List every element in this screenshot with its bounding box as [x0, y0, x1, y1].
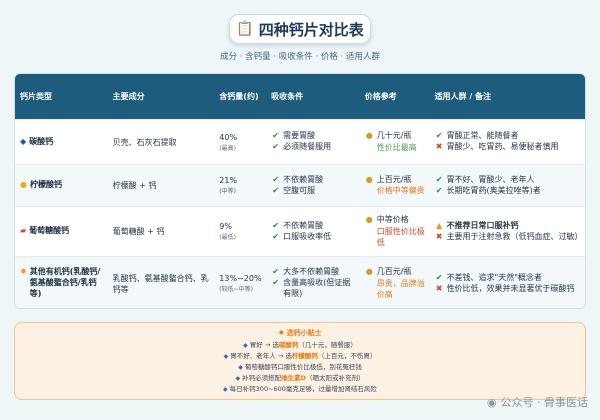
tip-line: ◆ 葡萄糖酸钙口服性价比极低，别花冤枉钱 [238, 363, 362, 371]
warning-icon: ▲ [435, 220, 443, 230]
table-header: 钙片类型 主要成分 含钙量(约) 吸收条件 价格参考 适用人群 / 备注 [15, 74, 585, 119]
header-type: 钙片类型 [20, 92, 52, 101]
table-row: ▰ 葡萄糖酸钙 葡萄糖酸 + 钙 9% (最低) ✔ 不依赖胃酸 ✔ 口服吸收率低 ● 中… [15, 206, 585, 256]
note-item: 胃不好、胃酸少、老年人 [446, 174, 535, 184]
absorb-item: 需要胃酸 [283, 131, 316, 141]
price: 中等价格 [376, 215, 409, 225]
header-content: 含钙量(约) [219, 92, 259, 101]
table-row: ✸ 其他有机钙(乳酸钙/氨基酸螯合钙/乳钙等) 乳酸钙、氨基酸螯合钙、乳钙等 13… [15, 256, 585, 308]
note-item: 胃酸少、吃胃药、易便秘者慎用 [446, 142, 559, 151]
table-row: ◆ 碳酸钙 贝壳、石灰石提取 40% (最高) ✔ 需要胃酸 ✔ 必须随餐服用 ● 几十元… [15, 119, 585, 164]
content-note: (中等) [219, 188, 236, 195]
price: 上百元/瓶 [376, 174, 412, 184]
diamond-icon: ◆ [20, 136, 27, 146]
money-bag-icon: ● [365, 215, 373, 225]
tip-line: ◆ 胃好 → 选碳酸钙（几十元，随餐服） [243, 341, 357, 349]
bullet-icon: ◆ [223, 353, 229, 360]
check-icon: ✔ [272, 185, 279, 195]
tips-box: ✹ 选钙小贴士 ◆ 胃好 → 选碳酸钙（几十元，随餐服） ◆ 胃不好、老年人 → 选… [14, 322, 586, 400]
note-item: 胃酸正常、能随餐者 [446, 131, 519, 141]
note-item: 性价比低，效果并未显著优于碳酸钙 [446, 283, 575, 293]
bullet-icon: ◆ [223, 386, 228, 393]
check-icon: ✔ [435, 174, 443, 184]
type-name: 葡萄糖酸钙 [29, 226, 70, 236]
bullet-icon: ◆ [235, 375, 241, 382]
tips-title: 选钙小贴士 [286, 329, 322, 337]
cross-icon: ✖ [435, 142, 443, 151]
price: 几百元/瓶 [376, 267, 412, 277]
watermark-text: 公众号 · 骨事医话 [500, 396, 589, 409]
note-item: 长期吃胃药(奥美拉唑等)者 [446, 185, 541, 195]
money-bag-icon: ● [365, 267, 373, 277]
page-subtitle: 成分 · 含钙量 · 吸收条件 · 价格 · 适用人群 [220, 52, 380, 62]
header-ingredient: 主要成分 [112, 92, 145, 101]
ingredient: 贝壳、石灰石提取 [112, 137, 177, 147]
money-bag-icon: ● [365, 174, 373, 184]
clipboard-icon: 📋 [236, 21, 254, 37]
note-item: 主要用于注射急救（低钙血症、过敏） [446, 231, 583, 241]
absorb-item: 必须随餐服用 [283, 142, 332, 151]
pill-icon: ▰ [20, 226, 27, 236]
absorb-item: 不依赖胃酸 [283, 220, 324, 230]
calcium-content: 21% [219, 176, 238, 185]
type-name: 碳酸钙 [29, 136, 54, 146]
ingredient: 乳酸钙、氨基酸螯合钙、乳钙等 [112, 273, 209, 294]
page-title: 四种钙片对比表 [258, 20, 364, 39]
header-price: 价格参考 [364, 92, 397, 101]
type-name: 柠檬酸钙 [29, 180, 62, 190]
check-icon: ✔ [272, 174, 279, 184]
absorb-item: 空腹可服 [283, 185, 316, 195]
header-absorb: 吸收条件 [271, 92, 304, 101]
check-icon: ✔ [272, 131, 279, 141]
check-icon: ✔ [272, 278, 279, 288]
content-note: (较低~中等) [219, 286, 254, 293]
price-note: 昂贵，品牌溢价高 [376, 278, 425, 299]
ingredient: 葡萄糖酸 + 钙 [112, 227, 165, 236]
check-icon: ✔ [272, 220, 279, 230]
check-icon: ✔ [272, 267, 279, 277]
type-name: 其他有机钙(乳酸钙/氨基酸螯合钙/乳钙等) [29, 267, 101, 298]
bulb-icon: ✹ [278, 329, 285, 337]
cross-icon: ✖ [435, 231, 443, 241]
absorb-item: 大多不依赖胃酸 [283, 267, 340, 277]
tip-line: ◆ 补钙必须搭配维生素D（晒太阳或补充剂） [235, 374, 365, 382]
bullet-icon: ◆ [238, 364, 243, 371]
money-bag-icon: ● [365, 131, 373, 141]
note-item: 不差钱、追求"天然"概念者 [446, 272, 542, 282]
calcium-content: 9% [219, 222, 232, 231]
price-note: 价格中等偏贵 [376, 186, 425, 196]
comparison-table: 钙片类型 主要成分 含钙量(约) 吸收条件 价格参考 适用人群 / 备注 ◆ 碳酸… [14, 73, 586, 309]
sparkle-icon: ✸ [20, 267, 27, 277]
note-item: 不推荐日常口服补钙 [446, 220, 519, 230]
calcium-content: 40% [219, 132, 238, 142]
content-note: (最高) [219, 144, 236, 152]
absorb-item: 含量高吸收(但证据有限) [283, 278, 351, 298]
price: 几十元/瓶 [376, 131, 412, 141]
bullet-icon: ◆ [243, 342, 248, 349]
table-row: ● 柠檬酸钙 柠檬酸 + 钙 21% (中等) ✔ 不依赖胃酸 ✔ 空腹可服 ● 上百元/… [15, 164, 585, 206]
calcium-content: 13%~20% [219, 274, 262, 283]
price-note: 口服性价比极低 [376, 226, 425, 247]
ingredient: 柠檬酸 + 钙 [112, 181, 157, 190]
check-icon: ✔ [435, 185, 443, 195]
price-note: 性价比最高 [376, 142, 417, 152]
check-icon: ✔ [272, 231, 279, 241]
header-notes: 适用人群 / 备注 [434, 92, 492, 101]
wechat-icon: ◉ [486, 395, 497, 409]
lemon-icon: ● [20, 180, 27, 190]
tip-line: ◆ 胃不好、老年人 → 选柠檬酸钙（上百元，不伤胃） [223, 352, 377, 360]
absorb-item: 口服吸收率低 [283, 231, 332, 241]
content-note: (最低) [219, 234, 236, 241]
absorb-item: 不依赖胃酸 [283, 174, 324, 184]
check-icon: ✔ [435, 272, 443, 282]
watermark: ◉ 公众号 · 骨事医话 [487, 394, 588, 410]
check-icon: ✔ [272, 142, 279, 151]
cross-icon: ✖ [435, 283, 443, 293]
check-icon: ✔ [435, 131, 443, 141]
title-card: 📋 四种钙片对比表 [229, 14, 371, 44]
